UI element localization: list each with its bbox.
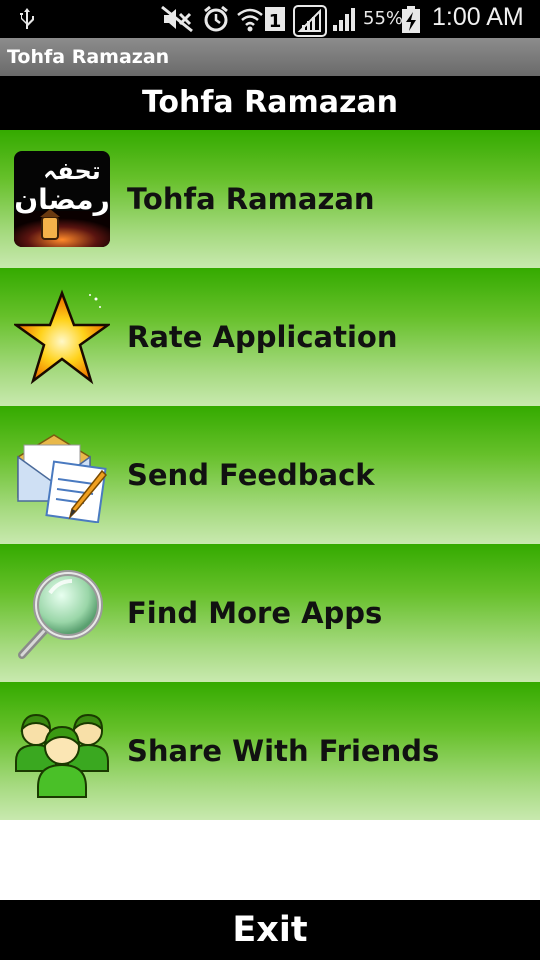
menu-item-label: Send Feedback xyxy=(127,458,375,492)
star-icon xyxy=(14,289,110,385)
page-header: Tohfa Ramazan xyxy=(0,76,540,130)
people-icon xyxy=(15,713,109,798)
menu-item-rate-application[interactable]: Rate Application xyxy=(0,268,540,406)
alarm-icon xyxy=(204,5,228,32)
battery-percent: 55% xyxy=(363,8,404,29)
menu-item-find-more-apps[interactable]: Find More Apps xyxy=(0,544,540,682)
menu-item-label: Find More Apps xyxy=(127,596,383,630)
sim-1-icon: 1 xyxy=(265,7,285,32)
menu-item-tohfa-ramazan[interactable]: تحفہ رمضان Tohfa Ramazan xyxy=(0,130,540,268)
status-bar: 1 55% 1:00 AM xyxy=(0,0,540,38)
app-title-bar: Tohfa Ramazan xyxy=(0,38,540,76)
magnifier-icon xyxy=(18,570,103,659)
usb-icon xyxy=(20,8,34,29)
logo-text-line-1: تحفہ xyxy=(43,157,101,185)
svg-text:1: 1 xyxy=(269,11,282,32)
menu-item-share-with-friends[interactable]: Share With Friends xyxy=(0,682,540,820)
status-clock: 1:00 AM xyxy=(432,3,524,31)
window-title: Tohfa Ramazan xyxy=(7,46,170,68)
wifi-icon xyxy=(237,8,263,32)
signal-2-icon xyxy=(333,8,355,31)
menu-item-label: Share With Friends xyxy=(127,734,440,768)
menu-item-label: Rate Application xyxy=(127,320,398,354)
battery-charging-icon xyxy=(402,6,420,33)
exit-button[interactable]: Exit xyxy=(0,900,540,960)
mute-icon xyxy=(161,5,193,33)
tohfa-ramazan-logo-icon: تحفہ رمضان xyxy=(14,151,110,247)
page-title: Tohfa Ramazan xyxy=(141,85,399,120)
menu-item-label: Tohfa Ramazan xyxy=(127,182,375,216)
logo-text-line-2: رمضان xyxy=(14,183,109,216)
signal-icon xyxy=(293,5,327,37)
exit-label: Exit xyxy=(232,910,308,950)
menu-item-send-feedback[interactable]: Send Feedback xyxy=(0,406,540,544)
mail-edit-icon xyxy=(17,434,108,523)
main-menu: تحفہ رمضان Tohfa Ramazan Rate Applicatio… xyxy=(0,130,540,820)
